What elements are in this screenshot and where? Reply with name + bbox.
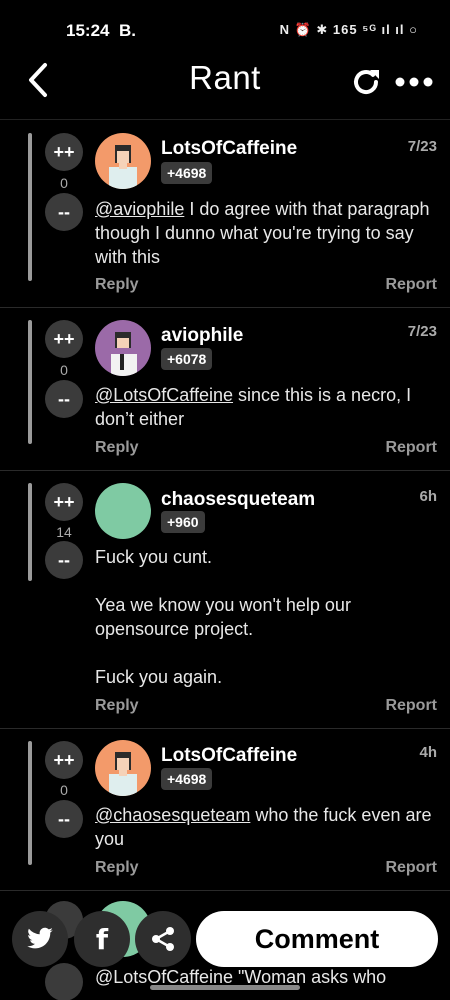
comment-button[interactable]: Comment — [196, 911, 438, 967]
comment-body: @aviophile I do agree with that paragrap… — [95, 197, 440, 269]
username[interactable]: LotsOfCaffeine — [161, 138, 297, 160]
report-button[interactable]: Report — [385, 697, 437, 715]
score-badge: +4698 — [161, 162, 213, 184]
refresh-icon — [354, 70, 379, 95]
twitter-icon — [27, 927, 53, 949]
report-button[interactable]: Report — [385, 276, 437, 294]
avatar[interactable] — [95, 740, 151, 796]
score-badge: +4698 — [161, 768, 213, 790]
avatar[interactable] — [95, 320, 151, 376]
home-indicator — [150, 985, 300, 990]
thread-line — [28, 741, 32, 865]
upvote-button[interactable]: ++ — [45, 483, 83, 521]
reply-button[interactable]: Reply — [95, 276, 139, 294]
report-button[interactable]: Report — [385, 439, 437, 457]
comment-item: ++ 0 -- LotsOfCaffeine +4698 7/23 @aviop… — [0, 121, 450, 308]
upvote-button[interactable]: ++ — [45, 320, 83, 358]
comment-item: ++ 0 -- aviophile +6078 7/23 @LotsOfCaff… — [0, 308, 450, 471]
reply-button[interactable]: Reply — [95, 697, 139, 715]
refresh-button[interactable] — [348, 64, 384, 100]
avatar-icon — [109, 145, 137, 189]
comment-item: ++ 0 -- LotsOfCaffeine +4698 4h @chaoses… — [0, 729, 450, 891]
downvote-button[interactable] — [45, 963, 83, 1000]
twitter-share-button[interactable] — [12, 911, 68, 967]
upvote-button[interactable]: ++ — [45, 133, 83, 171]
vote-score: 14 — [56, 524, 72, 540]
username[interactable]: chaosesqueteam — [161, 489, 315, 511]
vote-score: 0 — [60, 782, 68, 798]
more-button[interactable] — [392, 64, 436, 100]
comment-time: 7/23 — [407, 323, 437, 340]
downvote-button[interactable]: -- — [45, 193, 83, 231]
thread-line — [28, 320, 32, 444]
avatar-icon — [109, 752, 137, 796]
upvote-button[interactable]: ++ — [45, 741, 83, 779]
comment-item: ++ 14 -- chaosesqueteam +960 6h Fuck you… — [0, 471, 450, 729]
downvote-button[interactable]: -- — [45, 541, 83, 579]
report-button[interactable]: Report — [385, 859, 437, 877]
comment-body: @chaosesqueteam who the fuck even are yo… — [95, 803, 440, 851]
share-button[interactable] — [135, 911, 191, 967]
avatar[interactable] — [95, 483, 151, 539]
comment-time: 4h — [419, 744, 437, 761]
downvote-button[interactable]: -- — [45, 380, 83, 418]
comment-time: 6h — [419, 488, 437, 505]
reply-button[interactable]: Reply — [95, 439, 139, 457]
more-icon — [395, 77, 433, 87]
facebook-icon: f — [95, 922, 109, 956]
avatar[interactable] — [95, 133, 151, 189]
vote-score: 0 — [60, 362, 68, 378]
thread-line — [28, 483, 32, 581]
status-icons: N ⏰ ✱ 165 ⁵ᴳ ıl ıl ○ — [279, 22, 418, 37]
downvote-button[interactable]: -- — [45, 800, 83, 838]
vote-score: 0 — [60, 175, 68, 191]
score-badge: +960 — [161, 511, 205, 533]
avatar-icon — [111, 332, 137, 376]
status-time: 15:24 — [66, 21, 110, 40]
score-badge: +6078 — [161, 348, 213, 370]
mention-link[interactable]: @chaosesqueteam — [95, 805, 250, 825]
status-carrier: B. — [119, 21, 136, 40]
comment-time: 7/23 — [407, 138, 437, 155]
username[interactable]: LotsOfCaffeine — [161, 745, 297, 767]
reply-button[interactable]: Reply — [95, 859, 139, 877]
thread-line — [28, 133, 32, 281]
mention-link[interactable]: @aviophile — [95, 199, 184, 219]
comment-body: @LotsOfCaffeine since this is a necro, I… — [95, 383, 440, 431]
mention-link[interactable]: @LotsOfCaffeine — [95, 385, 233, 405]
comment-body: Fuck you cunt. Yea we know you won't hel… — [95, 547, 351, 687]
status-bar: 15:24 B. N ⏰ ✱ 165 ⁵ᴳ ıl ıl ○ — [0, 0, 450, 60]
username[interactable]: aviophile — [161, 325, 243, 347]
facebook-share-button[interactable]: f — [74, 911, 130, 967]
share-icon — [152, 927, 174, 951]
top-bar: Rant — [0, 60, 450, 120]
